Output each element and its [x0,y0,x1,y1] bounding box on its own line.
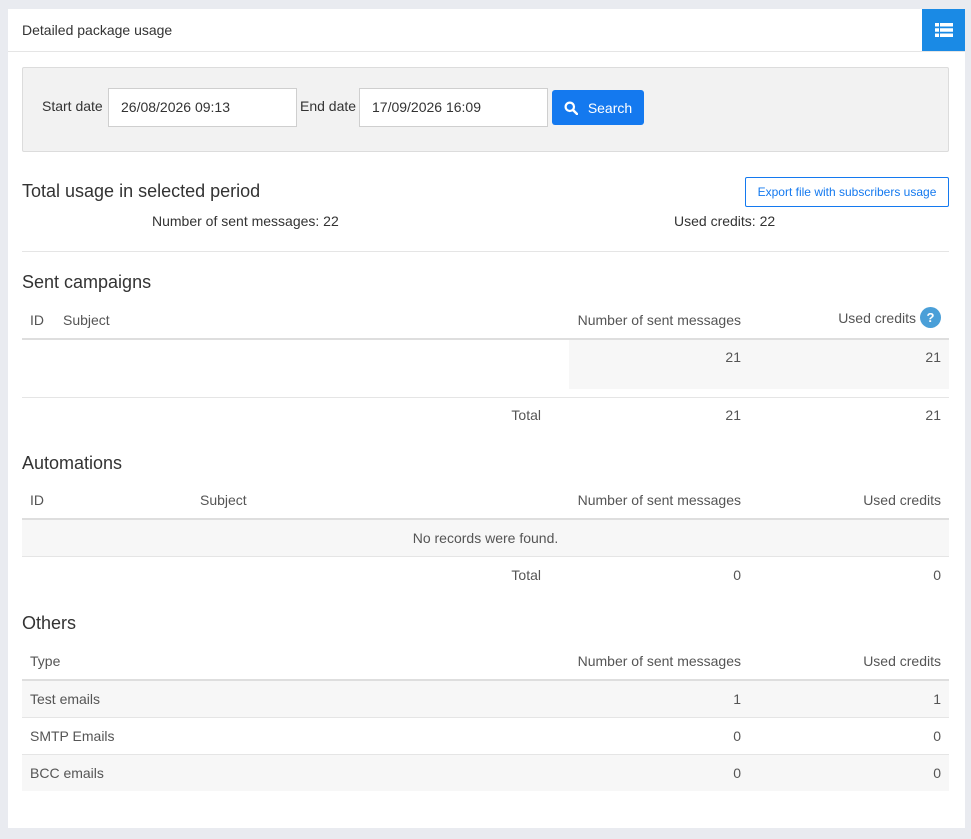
export-subscribers-button[interactable]: Export file with subscribers usage [745,177,949,207]
others-table: Type Number of sent messages Used credit… [22,644,949,791]
end-date-input[interactable]: 17/09/2026 16:09 [359,88,548,127]
column-header-id: ID [30,492,44,508]
column-header-type: Type [30,653,61,669]
sent-cell: 1 [733,691,741,707]
start-date-label: Start date [42,98,103,114]
total-used-credits: Used credits: 22 [674,213,776,229]
date-filter-form: Start date 26/08/2026 09:13 End date 17/… [22,67,949,152]
panel-content: Start date 26/08/2026 09:13 End date 17/… [22,67,949,791]
total-sent-messages: Number of sent messages: 22 [152,213,339,229]
sent-cell: 0 [733,765,741,781]
total-sent-cell: 21 [725,407,741,423]
total-credits-cell: 0 [933,567,941,583]
column-header-id: ID [30,312,44,328]
list-view-button[interactable] [922,9,965,51]
sent-cell: 0 [733,728,741,744]
automations-table: ID Subject Number of sent messages Used … [22,483,949,593]
table-header-row: Type Number of sent messages Used credit… [22,644,949,681]
total-label: Total [511,567,541,583]
package-usage-panel: Detailed package usage Start date 26/08/… [8,9,965,828]
column-header-credits-label: Used credits [838,310,916,326]
credits-cell: 1 [933,691,941,707]
total-row: Total 0 0 [22,557,949,593]
others-title: Others [22,613,77,633]
panel-title: Detailed package usage [22,22,173,38]
column-header-subject: Subject [200,492,247,508]
campaigns-table: ID Subject Number of sent messages Used … [22,303,949,434]
search-button-label: Search [587,99,633,116]
type-cell: SMTP Emails [30,728,115,744]
credits-cell: 0 [933,765,941,781]
table-row[interactable]: 21 21 [22,340,949,398]
column-header-sent: Number of sent messages [577,312,741,328]
column-header-sent: Number of sent messages [577,653,741,669]
total-label: Total [511,407,541,423]
table-row[interactable]: Test emails 1 1 [22,681,949,718]
column-header-credits: Used credits [863,653,941,669]
empty-row: No records were found. [22,520,949,557]
search-button[interactable]: Search [552,90,644,125]
total-sent-cell: 0 [733,567,741,583]
automations-title: Automations [22,453,123,473]
list-icon [934,23,953,37]
panel-header: Detailed package usage [8,9,965,52]
column-header-credits: Used credits [863,492,941,508]
column-header-subject: Subject [63,312,110,328]
table-row[interactable]: SMTP Emails 0 0 [22,718,949,755]
column-header-credits: Used credits? [838,307,941,329]
column-header-sent: Number of sent messages [577,492,741,508]
help-icon[interactable]: ? [920,307,941,329]
search-icon [564,101,578,115]
no-records-text: No records were found. [412,530,559,546]
end-date-label: End date [300,98,357,114]
campaign-sent-cell: 21 [725,349,741,365]
start-date-input[interactable]: 26/08/2026 09:13 [108,88,297,127]
campaign-credits-cell: 21 [925,349,941,365]
credits-cell: 0 [933,728,941,744]
type-cell: BCC emails [30,765,104,781]
section-divider [22,251,949,252]
total-credits-cell: 21 [925,407,941,423]
total-usage-title: Total usage in selected period [22,181,261,201]
sent-campaigns-title: Sent campaigns [22,272,152,292]
table-row[interactable]: BCC emails 0 0 [22,755,949,791]
row-highlight [569,340,949,389]
table-header-row: ID Subject Number of sent messages Used … [22,483,949,520]
table-header-row: ID Subject Number of sent messages Used … [22,303,949,340]
type-cell: Test emails [30,691,101,707]
total-row: Total 21 21 [22,398,949,434]
